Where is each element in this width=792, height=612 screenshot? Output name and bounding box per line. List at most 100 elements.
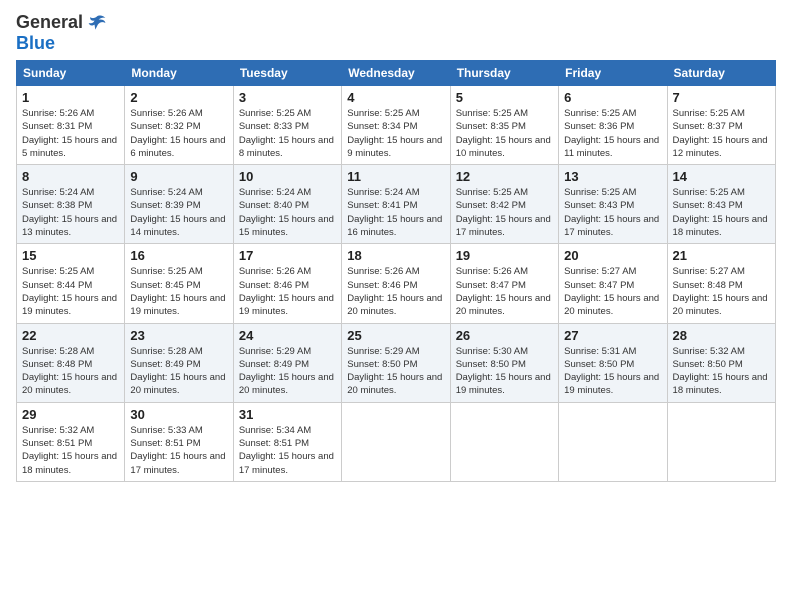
day-number: 3 <box>239 90 336 105</box>
day-number: 25 <box>347 328 444 343</box>
weekday-header-cell: Thursday <box>450 61 558 86</box>
day-info: Sunrise: 5:24 AMSunset: 8:38 PMDaylight:… <box>22 186 119 239</box>
weekday-header-cell: Wednesday <box>342 61 450 86</box>
day-info: Sunrise: 5:32 AMSunset: 8:50 PMDaylight:… <box>673 345 770 398</box>
day-info: Sunrise: 5:25 AMSunset: 8:35 PMDaylight:… <box>456 107 553 160</box>
day-number: 9 <box>130 169 227 184</box>
day-info: Sunrise: 5:24 AMSunset: 8:39 PMDaylight:… <box>130 186 227 239</box>
day-info: Sunrise: 5:25 AMSunset: 8:33 PMDaylight:… <box>239 107 336 160</box>
calendar-table: SundayMondayTuesdayWednesdayThursdayFrid… <box>16 60 776 482</box>
day-number: 27 <box>564 328 661 343</box>
calendar-day-cell: 15Sunrise: 5:25 AMSunset: 8:44 PMDayligh… <box>17 244 125 323</box>
weekday-header-cell: Sunday <box>17 61 125 86</box>
day-info: Sunrise: 5:26 AMSunset: 8:46 PMDaylight:… <box>239 265 336 318</box>
calendar-week-row: 29 Sunrise: 5:32 AMSunset: 8:51 PMDayligh… <box>17 402 776 481</box>
day-info: Sunrise: 5:26 AMSunset: 8:31 PMDaylight:… <box>22 107 119 160</box>
day-number: 22 <box>22 328 119 343</box>
day-info: Sunrise: 5:26 AMSunset: 8:46 PMDaylight:… <box>347 265 444 318</box>
calendar-day-cell: 2 Sunrise: 5:26 AMSunset: 8:32 PMDaylight… <box>125 86 233 165</box>
calendar-day-cell <box>450 402 558 481</box>
day-number: 13 <box>564 169 661 184</box>
day-number: 29 <box>22 407 119 422</box>
day-number: 15 <box>22 248 119 263</box>
calendar-day-cell: 5Sunrise: 5:25 AMSunset: 8:35 PMDaylight… <box>450 86 558 165</box>
day-number: 8 <box>22 169 119 184</box>
day-info: Sunrise: 5:34 AMSunset: 8:51 PMDaylight:… <box>239 424 336 477</box>
weekday-header-cell: Saturday <box>667 61 775 86</box>
weekday-header-cell: Tuesday <box>233 61 341 86</box>
day-info: Sunrise: 5:26 AMSunset: 8:47 PMDaylight:… <box>456 265 553 318</box>
calendar-day-cell <box>342 402 450 481</box>
calendar-body: 1Sunrise: 5:26 AMSunset: 8:31 PMDaylight… <box>17 86 776 482</box>
day-info: Sunrise: 5:25 AMSunset: 8:45 PMDaylight:… <box>130 265 227 318</box>
day-number: 18 <box>347 248 444 263</box>
calendar-day-cell: 18 Sunrise: 5:26 AMSunset: 8:46 PMDayligh… <box>342 244 450 323</box>
calendar-day-cell: 21Sunrise: 5:27 AMSunset: 8:48 PMDayligh… <box>667 244 775 323</box>
calendar-day-cell: 22Sunrise: 5:28 AMSunset: 8:48 PMDayligh… <box>17 323 125 402</box>
calendar-day-cell: 29 Sunrise: 5:32 AMSunset: 8:51 PMDayligh… <box>17 402 125 481</box>
day-number: 11 <box>347 169 444 184</box>
page: General Blue SundayMondayTuesdayWednesda… <box>0 0 792 612</box>
day-info: Sunrise: 5:32 AMSunset: 8:51 PMDaylight:… <box>22 424 119 477</box>
day-info: Sunrise: 5:31 AMSunset: 8:50 PMDaylight:… <box>564 345 661 398</box>
calendar-day-cell: 23 Sunrise: 5:28 AMSunset: 8:49 PMDayligh… <box>125 323 233 402</box>
calendar-week-row: 1Sunrise: 5:26 AMSunset: 8:31 PMDaylight… <box>17 86 776 165</box>
calendar-day-cell: 25Sunrise: 5:29 AMSunset: 8:50 PMDayligh… <box>342 323 450 402</box>
day-info: Sunrise: 5:28 AMSunset: 8:49 PMDaylight:… <box>130 345 227 398</box>
calendar-day-cell <box>559 402 667 481</box>
day-info: Sunrise: 5:25 AMSunset: 8:43 PMDaylight:… <box>564 186 661 239</box>
day-number: 19 <box>456 248 553 263</box>
logo-blue-text: Blue <box>16 33 55 54</box>
day-number: 4 <box>347 90 444 105</box>
weekday-header-row: SundayMondayTuesdayWednesdayThursdayFrid… <box>17 61 776 86</box>
logo-general-text: General <box>16 12 83 33</box>
day-info: Sunrise: 5:26 AMSunset: 8:32 PMDaylight:… <box>130 107 227 160</box>
day-info: Sunrise: 5:24 AMSunset: 8:41 PMDaylight:… <box>347 186 444 239</box>
day-info: Sunrise: 5:33 AMSunset: 8:51 PMDaylight:… <box>130 424 227 477</box>
calendar-day-cell <box>667 402 775 481</box>
weekday-header-cell: Friday <box>559 61 667 86</box>
calendar-day-cell: 27 Sunrise: 5:31 AMSunset: 8:50 PMDayligh… <box>559 323 667 402</box>
day-number: 30 <box>130 407 227 422</box>
day-info: Sunrise: 5:25 AMSunset: 8:37 PMDaylight:… <box>673 107 770 160</box>
calendar-day-cell: 11 Sunrise: 5:24 AMSunset: 8:41 PMDayligh… <box>342 165 450 244</box>
calendar-day-cell: 10 Sunrise: 5:24 AMSunset: 8:40 PMDayligh… <box>233 165 341 244</box>
day-info: Sunrise: 5:24 AMSunset: 8:40 PMDaylight:… <box>239 186 336 239</box>
day-info: Sunrise: 5:25 AMSunset: 8:34 PMDaylight:… <box>347 107 444 160</box>
calendar-week-row: 8 Sunrise: 5:24 AMSunset: 8:38 PMDaylight… <box>17 165 776 244</box>
day-number: 20 <box>564 248 661 263</box>
calendar-day-cell: 28 Sunrise: 5:32 AMSunset: 8:50 PMDayligh… <box>667 323 775 402</box>
day-number: 6 <box>564 90 661 105</box>
calendar-day-cell: 20 Sunrise: 5:27 AMSunset: 8:47 PMDayligh… <box>559 244 667 323</box>
calendar-week-row: 15Sunrise: 5:25 AMSunset: 8:44 PMDayligh… <box>17 244 776 323</box>
calendar-day-cell: 8 Sunrise: 5:24 AMSunset: 8:38 PMDaylight… <box>17 165 125 244</box>
day-number: 10 <box>239 169 336 184</box>
day-info: Sunrise: 5:25 AMSunset: 8:43 PMDaylight:… <box>673 186 770 239</box>
calendar-day-cell: 7Sunrise: 5:25 AMSunset: 8:37 PMDaylight… <box>667 86 775 165</box>
day-number: 14 <box>673 169 770 184</box>
calendar-day-cell: 12 Sunrise: 5:25 AMSunset: 8:42 PMDayligh… <box>450 165 558 244</box>
day-number: 23 <box>130 328 227 343</box>
calendar-day-cell: 1Sunrise: 5:26 AMSunset: 8:31 PMDaylight… <box>17 86 125 165</box>
calendar-day-cell: 26Sunrise: 5:30 AMSunset: 8:50 PMDayligh… <box>450 323 558 402</box>
day-number: 31 <box>239 407 336 422</box>
day-number: 2 <box>130 90 227 105</box>
day-info: Sunrise: 5:25 AMSunset: 8:42 PMDaylight:… <box>456 186 553 239</box>
day-number: 28 <box>673 328 770 343</box>
calendar-day-cell: 17 Sunrise: 5:26 AMSunset: 8:46 PMDayligh… <box>233 244 341 323</box>
logo-bird-icon <box>87 13 107 33</box>
day-number: 24 <box>239 328 336 343</box>
calendar-day-cell: 30 Sunrise: 5:33 AMSunset: 8:51 PMDayligh… <box>125 402 233 481</box>
day-info: Sunrise: 5:27 AMSunset: 8:47 PMDaylight:… <box>564 265 661 318</box>
day-info: Sunrise: 5:27 AMSunset: 8:48 PMDaylight:… <box>673 265 770 318</box>
calendar-day-cell: 16Sunrise: 5:25 AMSunset: 8:45 PMDayligh… <box>125 244 233 323</box>
calendar-week-row: 22Sunrise: 5:28 AMSunset: 8:48 PMDayligh… <box>17 323 776 402</box>
calendar-day-cell: 24Sunrise: 5:29 AMSunset: 8:49 PMDayligh… <box>233 323 341 402</box>
day-number: 17 <box>239 248 336 263</box>
header: General Blue <box>16 12 776 54</box>
logo: General Blue <box>16 12 107 54</box>
calendar-day-cell: 14 Sunrise: 5:25 AMSunset: 8:43 PMDayligh… <box>667 165 775 244</box>
day-info: Sunrise: 5:25 AMSunset: 8:36 PMDaylight:… <box>564 107 661 160</box>
calendar-day-cell: 19 Sunrise: 5:26 AMSunset: 8:47 PMDayligh… <box>450 244 558 323</box>
day-number: 12 <box>456 169 553 184</box>
